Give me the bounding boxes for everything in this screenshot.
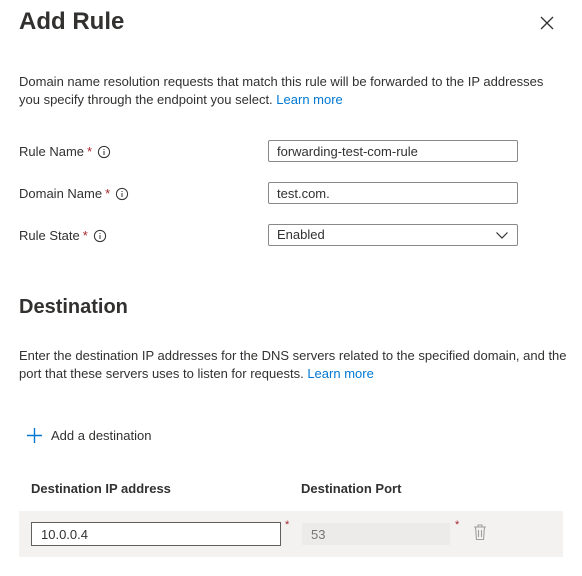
- destination-row: * *: [19, 511, 563, 557]
- rule-state-label: Rule State: [19, 228, 80, 243]
- domain-name-label: Domain Name: [19, 186, 103, 201]
- info-icon[interactable]: [115, 187, 129, 201]
- required-asterisk: *: [87, 144, 93, 159]
- add-destination-button[interactable]: Add a destination: [26, 427, 151, 444]
- required-asterisk: *: [285, 519, 290, 531]
- rule-state-selected-value: Enabled: [277, 227, 325, 242]
- rule-name-label: Rule Name: [19, 144, 85, 159]
- learn-more-link[interactable]: Learn more: [276, 92, 342, 107]
- rule-description: Domain name resolution requests that mat…: [19, 73, 567, 109]
- destination-description: Enter the destination IP addresses for t…: [19, 347, 567, 383]
- destination-port-input[interactable]: [301, 522, 451, 546]
- rule-name-input[interactable]: [268, 140, 518, 162]
- destination-ip-input[interactable]: [31, 522, 281, 546]
- required-asterisk: *: [455, 519, 460, 531]
- plus-icon: [27, 428, 42, 443]
- close-button[interactable]: [538, 14, 556, 32]
- delete-row-button[interactable]: [472, 523, 488, 541]
- panel-title: Add Rule: [19, 8, 125, 35]
- rule-name-row: Rule Name *: [19, 140, 519, 164]
- rule-state-label-group: Rule State *: [19, 228, 107, 243]
- info-icon[interactable]: [97, 145, 111, 159]
- close-icon: [540, 16, 554, 30]
- trash-icon: [474, 524, 486, 541]
- chevron-down-icon: [496, 232, 508, 239]
- column-header-ip: Destination IP address: [31, 481, 171, 496]
- required-asterisk: *: [105, 186, 111, 201]
- domain-name-label-group: Domain Name *: [19, 186, 129, 201]
- destination-learn-more-link[interactable]: Learn more: [307, 366, 373, 381]
- domain-name-input[interactable]: [268, 182, 518, 204]
- column-header-port: Destination Port: [301, 481, 402, 496]
- required-asterisk: *: [82, 228, 88, 243]
- add-destination-label: Add a destination: [51, 428, 152, 443]
- destination-description-text: Enter the destination IP addresses for t…: [19, 348, 567, 381]
- rule-state-dropdown[interactable]: Enabled: [268, 224, 518, 246]
- rule-state-row: Rule State * Enabled: [19, 224, 519, 248]
- destination-title: Destination: [19, 296, 128, 318]
- domain-name-row: Domain Name *: [19, 182, 519, 206]
- info-icon[interactable]: [93, 229, 107, 243]
- rule-name-label-group: Rule Name *: [19, 144, 111, 159]
